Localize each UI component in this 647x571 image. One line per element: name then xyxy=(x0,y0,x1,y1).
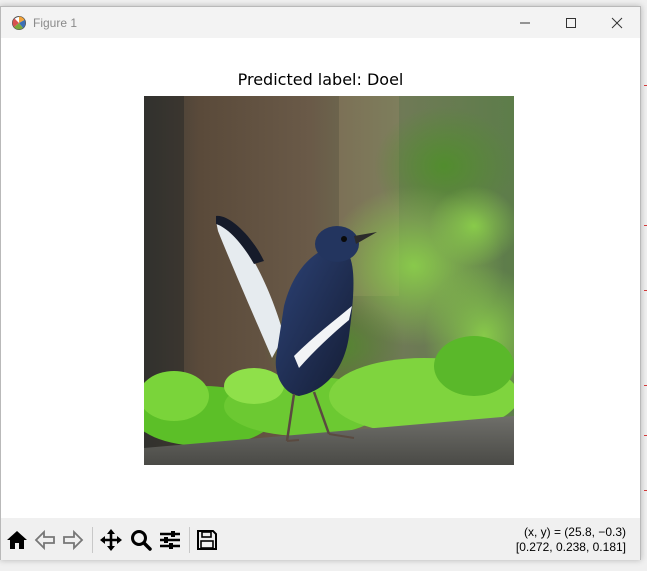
minimize-icon xyxy=(520,22,530,23)
toolbar-separator xyxy=(92,527,93,553)
back-arrow-icon xyxy=(34,529,55,551)
forward-button[interactable] xyxy=(61,528,85,552)
close-icon xyxy=(611,17,623,28)
save-button[interactable] xyxy=(195,528,219,552)
close-button[interactable] xyxy=(594,7,640,38)
configure-subplots-icon xyxy=(160,531,180,549)
plot-title: Predicted label: Doel xyxy=(237,70,404,89)
cursor-coordinates: (x, y) = (25.8, −0.3) [0.272, 0.238, 0.1… xyxy=(516,525,626,555)
window-title: Figure 1 xyxy=(33,15,78,30)
maximize-button[interactable] xyxy=(548,7,594,38)
figure-window: Figure 1 Predicted label: Doel (x, y) = … xyxy=(0,6,641,560)
figure-canvas[interactable]: Predicted label: Doel xyxy=(1,38,640,518)
pan-button[interactable] xyxy=(99,528,123,552)
pan-move-icon xyxy=(100,529,122,551)
minimize-button[interactable] xyxy=(502,7,548,38)
navigation-toolbar: (x, y) = (25.8, −0.3) [0.272, 0.238, 0.1… xyxy=(1,518,640,560)
zoom-button[interactable] xyxy=(129,528,153,552)
title-bar[interactable]: Figure 1 xyxy=(1,7,640,38)
bird-photo xyxy=(144,96,514,465)
configure-subplots-button[interactable] xyxy=(158,528,182,552)
window-controls xyxy=(502,7,640,38)
save-floppy-icon xyxy=(197,530,217,550)
home-icon xyxy=(7,531,27,549)
home-button[interactable] xyxy=(5,528,29,552)
back-button[interactable] xyxy=(33,528,57,552)
coords-pixel-value: [0.272, 0.238, 0.181] xyxy=(515,540,626,554)
forward-arrow-icon xyxy=(63,529,84,551)
zoom-magnifier-icon xyxy=(131,530,152,551)
toolbar-separator xyxy=(189,527,190,553)
coords-xy: (x, y) = (25.8, −0.3) xyxy=(523,525,626,539)
maximize-icon xyxy=(566,17,576,28)
matplotlib-app-icon xyxy=(11,15,27,31)
